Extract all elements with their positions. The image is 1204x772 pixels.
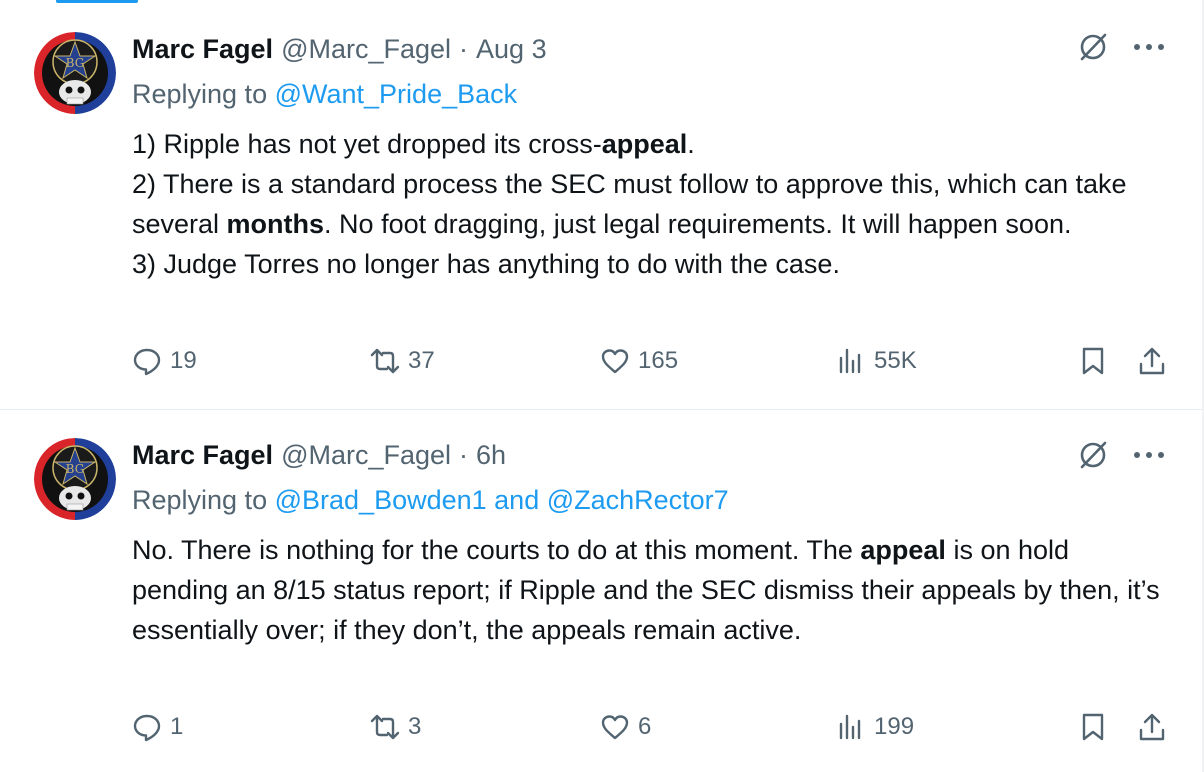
views-icon [839,714,861,740]
share-button[interactable] [1136,346,1168,378]
tweet-paragraph: No. There is nothing for the courts to d… [132,530,1168,650]
tweet-paragraph: 3) Judge Torres no longer has anything t… [132,244,1168,284]
share-button[interactable] [1136,712,1168,744]
timestamp[interactable]: 6h [476,440,506,471]
tweet-content: Marc Fagel @Marc_Fagel · 6h Replying to … [132,438,1168,650]
bookmark-button[interactable] [1078,346,1108,376]
replying-mention[interactable]: @Want_Pride_Back [275,79,518,109]
svg-text:BG: BG [66,462,85,476]
reply-button[interactable]: 19 [132,346,197,376]
tweet-text: 3) Judge Torres no longer has anything t… [132,249,840,279]
like-icon [601,349,629,374]
tweet-header: Marc Fagel @Marc_Fagel · Aug 3 [132,32,1168,66]
tweet-paragraph: 2) There is a standard process the SEC m… [132,164,1168,244]
reply-button[interactable]: 1 [132,712,183,742]
repost-button[interactable]: 3 [370,712,421,742]
like-button[interactable]: 165 [600,346,678,376]
views-count: 55K [874,347,917,374]
tweet-actions: 1 3 6 199 [132,712,1168,752]
repost-count: 3 [408,713,422,740]
timestamp[interactable]: Aug 3 [476,34,547,65]
avatar[interactable]: BG [34,32,116,114]
repost-button[interactable]: 37 [370,346,435,376]
tweet-body: No. There is nothing for the courts to d… [132,530,1168,650]
steal-your-face-avatar-image: BG [34,32,116,114]
tweet[interactable]: BG Marc Fagel @Marc_Fagel · Aug 3 Replyi… [0,0,1202,410]
views-button[interactable]: 55K [836,346,917,376]
author-name[interactable]: Marc Fagel [132,440,273,471]
tweet-text: 1) Ripple has not yet dropped its cross- [132,129,602,159]
author-name[interactable]: Marc Fagel [132,34,273,65]
author-handle[interactable]: @Marc_Fagel [281,34,451,65]
tweet-body: 1) Ripple has not yet dropped its cross-… [132,124,1168,284]
bookmark-icon [1082,713,1104,741]
replying-prefix: Replying to [132,485,268,515]
share-icon [1139,713,1165,741]
reply-count: 19 [170,347,197,374]
separator-dot: · [459,33,469,64]
like-button[interactable]: 6 [600,712,651,742]
avatar[interactable]: BG [34,438,116,520]
like-count: 165 [638,347,679,374]
replying-to: Replying to @Want_Pride_Back [132,76,1168,112]
bold-text: appeal [601,129,688,159]
views-icon [839,348,861,374]
like-icon [601,715,629,740]
like-count: 6 [638,713,652,740]
repost-icon [370,348,400,374]
steal-your-face-avatar-image: BG [34,438,116,520]
replying-mention[interactable]: @Brad_Bowden1 and @ZachRector7 [275,485,729,515]
bold-text: appeal [860,535,946,565]
views-count: 199 [874,713,915,740]
views-button[interactable]: 199 [836,712,914,742]
tweet-text: . No foot dragging, just legal requireme… [324,209,1072,239]
tweet-text: . [687,129,695,159]
replying-prefix: Replying to [132,79,268,109]
tweet-actions: 19 37 165 55K [132,346,1168,386]
author-handle[interactable]: @Marc_Fagel [281,440,451,471]
bookmark-button[interactable] [1078,712,1108,742]
tweet-content: Marc Fagel @Marc_Fagel · Aug 3 Replying … [132,32,1168,284]
share-icon [1139,347,1165,375]
separator-dot: · [459,439,469,470]
repost-icon [370,714,400,740]
bookmark-icon [1082,347,1104,375]
replying-to: Replying to @Brad_Bowden1 and @ZachRecto… [132,482,1168,518]
bold-text: months [226,209,325,239]
tweet-text: No. There is nothing for the courts to d… [132,535,861,565]
tweet-header: Marc Fagel @Marc_Fagel · 6h [132,438,1168,472]
svg-text:BG: BG [66,56,85,70]
repost-count: 37 [408,347,435,374]
tweet[interactable]: BG Marc Fagel @Marc_Fagel · 6h Replying … [0,410,1202,772]
reply-count: 1 [170,713,184,740]
tweet-paragraph: 1) Ripple has not yet dropped its cross-… [132,124,1168,164]
reply-icon [133,714,161,742]
reply-icon [133,348,161,376]
